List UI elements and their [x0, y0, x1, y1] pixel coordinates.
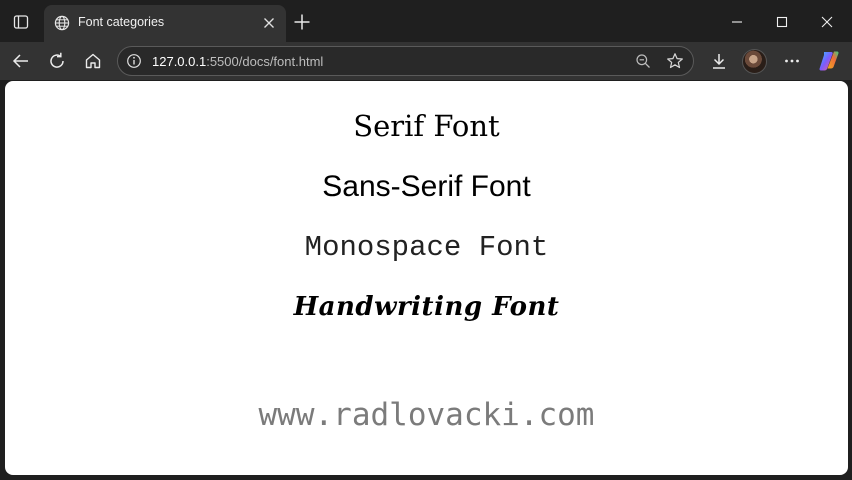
handwriting-font-sample: Handwriting Font	[293, 292, 560, 322]
maximize-button[interactable]	[767, 8, 797, 36]
minimize-button[interactable]	[722, 8, 752, 36]
url-text[interactable]: 127.0.0.1:5500/docs/font.html	[152, 54, 323, 69]
maximize-icon	[776, 16, 788, 28]
back-button[interactable]	[8, 49, 34, 73]
minimize-icon	[732, 21, 742, 23]
website-watermark: www.radlovacki.com	[258, 397, 595, 433]
more-icon	[785, 59, 799, 63]
tab-actions-button[interactable]	[6, 8, 36, 36]
close-icon	[821, 16, 833, 28]
new-tab-icon[interactable]	[291, 11, 313, 33]
page-viewport: Serif Font Sans-Serif Font Monospace Fon…	[5, 81, 848, 475]
tab-strip: Font categories	[0, 0, 852, 42]
settings-more-button[interactable]	[779, 49, 805, 73]
url-host: 127.0.0.1	[152, 54, 207, 69]
home-button[interactable]	[80, 49, 106, 73]
sans-serif-font-sample: Sans-Serif Font	[322, 170, 531, 203]
zoom-out-icon[interactable]	[635, 53, 651, 69]
star-icon[interactable]	[666, 52, 684, 70]
browser-toolbar: 127.0.0.1:5500/docs/font.html	[0, 42, 852, 80]
downloads-button[interactable]	[706, 49, 732, 73]
reload-icon	[50, 52, 64, 68]
back-arrow-icon	[12, 54, 28, 68]
serif-font-sample: Serif Font	[353, 109, 500, 143]
copilot-button[interactable]	[816, 49, 842, 73]
monospace-font-sample: Monospace Font	[304, 231, 549, 264]
tab-title: Font categories	[78, 15, 165, 29]
address-bar[interactable]: 127.0.0.1:5500/docs/font.html	[117, 46, 694, 76]
info-icon[interactable]	[126, 53, 142, 69]
home-icon	[85, 53, 101, 69]
copilot-icon	[819, 51, 839, 71]
download-icon	[713, 54, 725, 69]
globe-icon	[54, 15, 70, 31]
close-window-button[interactable]	[812, 8, 842, 36]
url-path: :5500/docs/font.html	[206, 54, 324, 69]
profile-avatar[interactable]	[742, 49, 767, 74]
close-tab-icon[interactable]	[261, 15, 277, 31]
reload-button[interactable]	[44, 49, 70, 73]
sidebar-panel-icon	[13, 15, 29, 29]
active-tab[interactable]: Font categories	[44, 5, 286, 42]
